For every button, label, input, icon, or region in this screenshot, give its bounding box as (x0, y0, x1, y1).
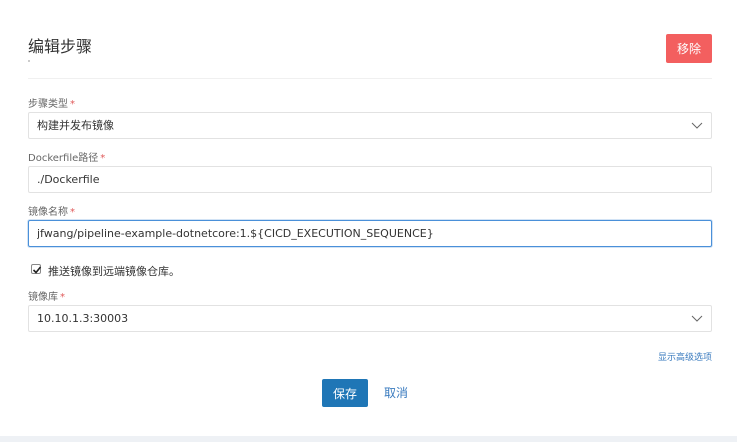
registry-select[interactable]: 10.10.1.3:30003 (28, 305, 712, 332)
push-remote-checkbox[interactable] (31, 264, 42, 274)
step-type-label-text: 步骤类型 (28, 99, 68, 110)
chevron-down-icon (691, 315, 703, 322)
dialog-title: 编辑步骤 (28, 37, 93, 56)
dockerfile-path-label: Dockerfile路径 * (28, 149, 105, 164)
header-divider (28, 78, 712, 79)
check-icon (32, 266, 42, 274)
registry-label-text: 镜像库 (28, 292, 58, 303)
step-type-select[interactable]: 构建并发布镜像 (28, 112, 712, 139)
push-remote-label: 推送镜像到远端镜像仓库。 (48, 265, 180, 278)
registry-label: 镜像库 * (28, 288, 65, 303)
chevron-down-icon (691, 122, 703, 129)
bottom-strip (0, 436, 737, 442)
registry-value: 10.10.1.3:30003 (37, 312, 129, 325)
remove-button[interactable]: 移除 (666, 34, 712, 63)
dockerfile-path-label-text: Dockerfile路径 (28, 153, 99, 164)
save-button[interactable]: 保存 (322, 379, 368, 407)
title-underline-dot (28, 60, 30, 62)
image-name-label-text: 镜像名称 (28, 207, 68, 218)
required-mark: * (100, 153, 106, 164)
step-type-value: 构建并发布镜像 (37, 119, 114, 132)
required-mark: * (70, 207, 75, 218)
required-mark: * (60, 292, 65, 303)
dockerfile-path-input[interactable] (28, 166, 712, 193)
image-name-label: 镜像名称 * (28, 203, 75, 218)
step-type-label: 步骤类型 * (28, 95, 75, 110)
cancel-button[interactable]: 取消 (380, 379, 412, 407)
required-mark: * (70, 99, 75, 110)
show-advanced-link[interactable]: 显示高级选项 (658, 350, 712, 363)
image-name-input[interactable] (28, 220, 712, 247)
